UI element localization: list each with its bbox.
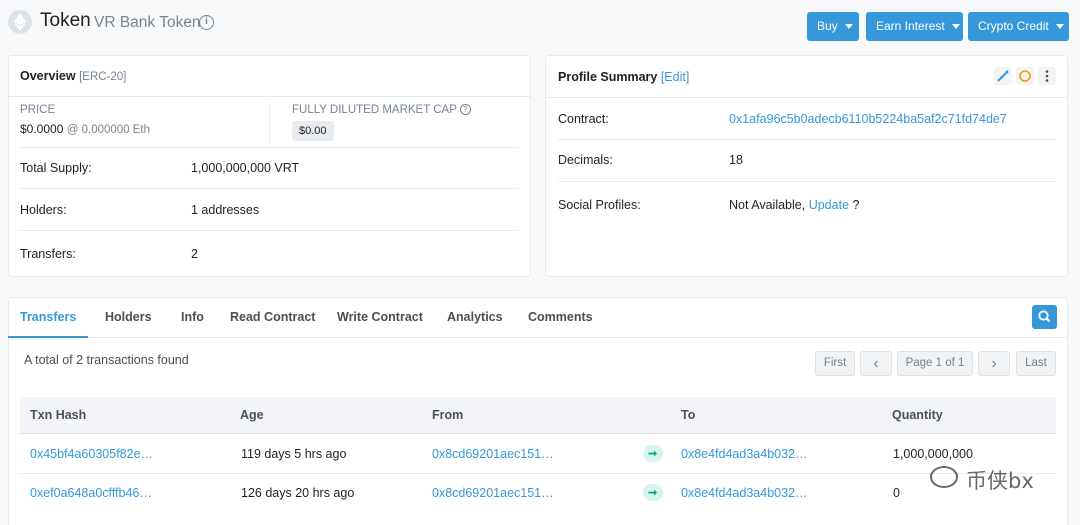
transfers-value: 2 (191, 247, 198, 261)
social-profiles-value: Not Available, (729, 198, 806, 212)
tab-transfers[interactable]: Transfers (20, 310, 76, 324)
tab-read-contract[interactable]: Read Contract (230, 310, 315, 324)
search-icon[interactable] (1032, 305, 1057, 329)
earn-interest-label: Earn Interest (876, 19, 945, 33)
column-header-to: To (681, 408, 696, 422)
status-circle-icon[interactable] (1016, 67, 1034, 85)
chevron-down-icon (844, 24, 853, 30)
total-supply-label: Total Supply: (20, 161, 92, 175)
divider (269, 102, 270, 144)
transfer-arrow-icon: ➞ (643, 445, 663, 462)
price-value-row: $0.0000 @ 0.000000 Eth (20, 122, 150, 136)
divider (20, 147, 519, 148)
crypto-credit-button[interactable]: Crypto Credit (968, 12, 1069, 41)
buy-button[interactable]: Buy (807, 12, 859, 41)
from-address-link[interactable]: 0x8cd69201aec151… (432, 447, 554, 461)
contract-address-link[interactable]: 0x1afa96c5b0adecb6110b5224ba5af2c71fd74d… (729, 112, 1007, 126)
chevron-down-icon (951, 24, 960, 30)
overview-title-text: Overview (20, 69, 76, 83)
total-supply-value: 1,000,000,000 VRT (191, 161, 300, 175)
transfer-arrow-icon: ➞ (643, 484, 663, 501)
txn-age: 126 days 20 hrs ago (241, 486, 355, 500)
watermark-text: 币侠bx (966, 469, 1034, 493)
market-cap-value: $0.00 (292, 121, 334, 141)
divider (8, 96, 531, 97)
pagination-page-info: Page 1 of 1 (897, 351, 973, 376)
social-help: ? (852, 198, 860, 212)
buy-button-label: Buy (817, 19, 838, 33)
holders-value: 1 addresses (191, 203, 260, 217)
pagination-prev[interactable]: ‹ (860, 351, 892, 376)
to-address-link[interactable]: 0x8e4fd4ad3a4b032… (681, 486, 808, 500)
earn-interest-button[interactable]: Earn Interest (866, 12, 963, 41)
info-icon[interactable]: i (199, 15, 214, 30)
page-title: Token (40, 10, 91, 31)
to-address-link[interactable]: 0x8e4fd4ad3a4b032… (681, 447, 808, 461)
column-header-txn-hash: Txn Hash (30, 408, 87, 422)
ethereum-logo-icon (8, 10, 32, 34)
more-options-icon[interactable] (1038, 67, 1056, 85)
page-header: Token VR Bank Token i Buy Earn Interest … (0, 0, 1080, 46)
tab-analytics[interactable]: Analytics (447, 310, 503, 324)
txn-hash-link[interactable]: 0x45bf4a60305f82e… (30, 447, 153, 461)
divider (558, 181, 1056, 182)
divider (558, 139, 1056, 140)
token-standard-badge: [ERC-20] (79, 71, 127, 83)
market-cap-label: FULLY DILUTED MARKET CAP (292, 104, 457, 116)
divider (20, 473, 1056, 474)
profile-summary-card (545, 55, 1068, 277)
market-cap-label-row: FULLY DILUTED MARKET CAP? (292, 104, 471, 116)
txn-age: 119 days 5 hrs ago (241, 447, 347, 461)
column-header-quantity: Quantity (892, 408, 943, 422)
quantity-value: 1,000,000,000 (893, 447, 973, 461)
pagination-first[interactable]: First (815, 351, 855, 376)
social-profiles-label: Social Profiles: (558, 198, 641, 212)
quantity-value: 0 (893, 486, 900, 500)
price-value: $0.0000 (20, 122, 64, 136)
tab-info[interactable]: Info (181, 310, 204, 324)
tab-write-contract[interactable]: Write Contract (337, 310, 423, 324)
column-header-age: Age (240, 408, 264, 422)
token-name: VR Bank Token (94, 14, 201, 31)
txn-hash-link[interactable]: 0xef0a648a0cfffb46… (30, 486, 152, 500)
divider (20, 230, 519, 231)
chevron-down-icon (1055, 24, 1064, 30)
crypto-credit-label: Crypto Credit (978, 19, 1049, 33)
contract-label: Contract: (558, 112, 609, 126)
active-tab-indicator (8, 336, 88, 338)
divider (545, 97, 1068, 98)
transactions-summary: A total of 2 transactions found (24, 353, 189, 367)
tab-comments[interactable]: Comments (528, 310, 593, 324)
magic-wand-icon[interactable] (994, 67, 1012, 85)
decimals-value: 18 (729, 153, 743, 167)
update-link[interactable]: Update (809, 198, 849, 212)
price-eth: @ 0.000000 Eth (66, 124, 151, 136)
social-profiles-value-row: Not Available, Update ? (729, 198, 859, 212)
edit-link[interactable]: [Edit] (661, 70, 690, 84)
column-header-from: From (432, 408, 464, 422)
divider (8, 337, 1068, 338)
tab-holders[interactable]: Holders (105, 310, 152, 324)
from-address-link[interactable]: 0x8cd69201aec151… (432, 486, 554, 500)
pagination-next[interactable]: › (978, 351, 1010, 376)
help-icon[interactable]: ? (459, 104, 471, 115)
profile-summary-title: Profile Summary [Edit] (558, 70, 689, 84)
transfers-label: Transfers: (20, 247, 76, 261)
pagination-last[interactable]: Last (1016, 351, 1056, 376)
profile-summary-title-text: Profile Summary (558, 70, 658, 84)
overview-title: Overview [ERC-20] (20, 69, 126, 83)
decimals-label: Decimals: (558, 153, 613, 167)
holders-label: Holders: (20, 203, 67, 217)
watermark: 币侠bx (918, 460, 1058, 500)
divider (20, 188, 519, 189)
price-label: PRICE (20, 104, 56, 116)
chat-bubble-icon (930, 466, 958, 488)
